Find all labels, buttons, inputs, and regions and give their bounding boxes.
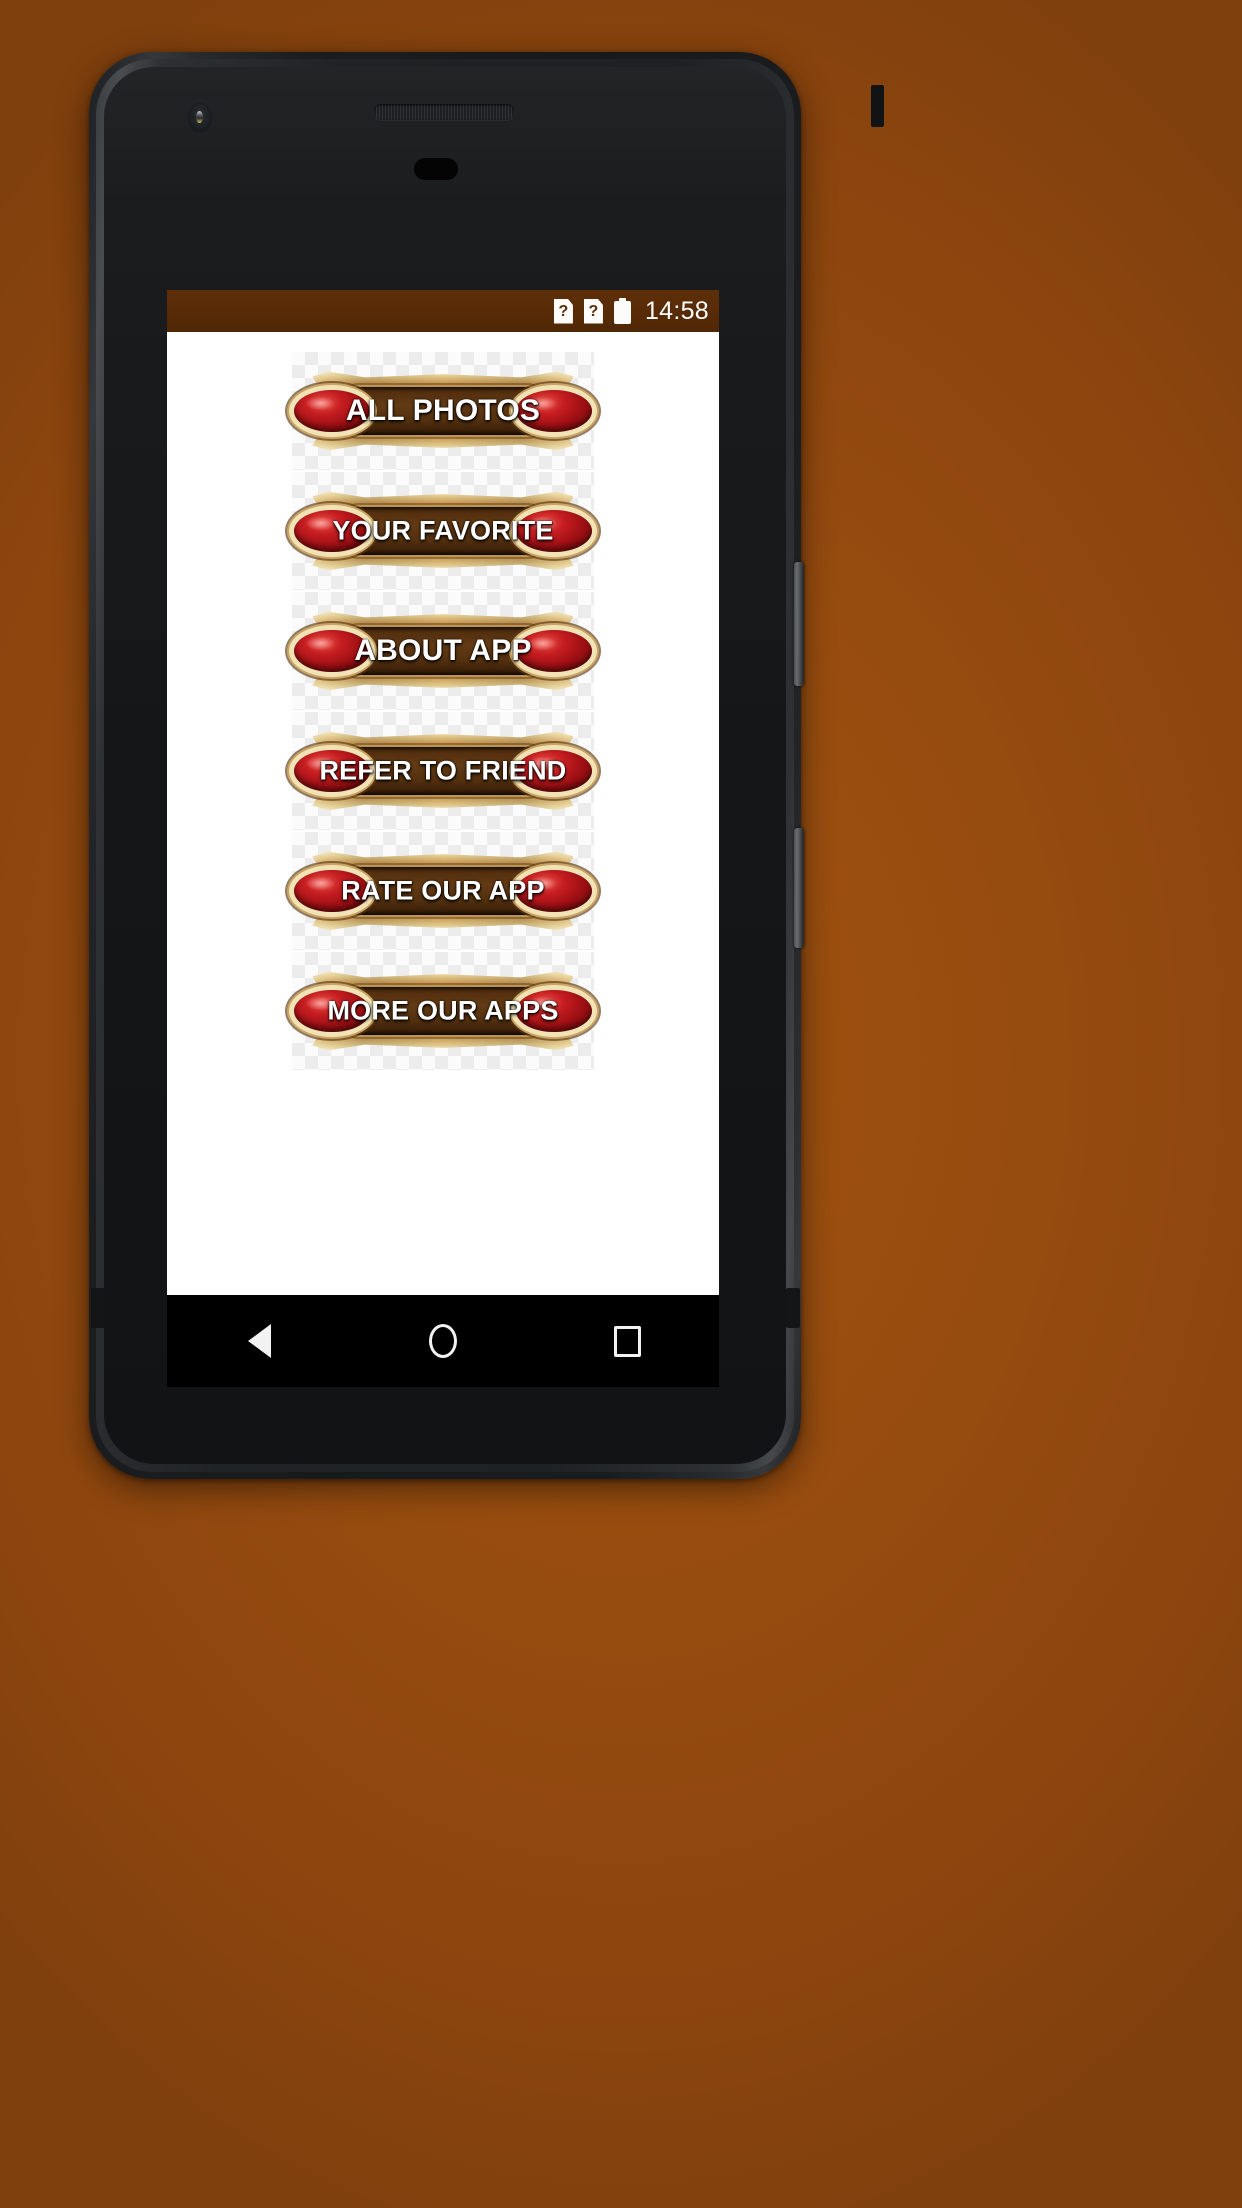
- battery-icon: [613, 298, 631, 324]
- power-button[interactable]: [794, 562, 804, 686]
- red-gem-icon: [294, 510, 370, 552]
- status-bar: ? ? 14:58: [167, 290, 719, 332]
- plaque-inner-panel: [351, 507, 535, 555]
- banner-plaque: [294, 730, 592, 812]
- plaque-inner-panel: [351, 747, 535, 795]
- banner-plaque: [294, 970, 592, 1052]
- menu-item-all-photos[interactable]: ALL PHOTOS: [292, 352, 594, 470]
- plaque-inner-panel: [351, 387, 535, 435]
- red-gem-icon: [516, 390, 592, 432]
- menu-item-more-our-apps[interactable]: MORE OUR APPS: [292, 952, 594, 1070]
- red-gem-icon: [516, 630, 592, 672]
- phone-screen: ? ? 14:58 ALL PHOTOS YOUR FAVORITE ABOUT…: [167, 290, 719, 1295]
- unknown-sim-icon: ?: [553, 298, 573, 324]
- battery-body: [613, 301, 631, 324]
- proximity-sensor: [414, 158, 458, 180]
- banner-plaque: [294, 370, 592, 452]
- plaque-inner-panel: [351, 627, 535, 675]
- front-camera-icon: [186, 100, 214, 134]
- status-bar-icons: ? ? 14:58: [553, 296, 709, 326]
- red-gem-icon: [294, 750, 370, 792]
- banner-plaque: [294, 610, 592, 692]
- banner-plaque: [294, 490, 592, 572]
- menu-item-refer-to-friend[interactable]: REFER TO FRIEND: [292, 712, 594, 830]
- red-gem-icon: [516, 750, 592, 792]
- antenna-band-bottom-right: [786, 1288, 800, 1328]
- circle-icon: [429, 1324, 457, 1358]
- unknown-sim-glyph: ?: [558, 302, 569, 320]
- square-icon: [613, 1325, 641, 1357]
- earpiece-speaker-grille: [373, 104, 515, 120]
- triangle-left-icon: [247, 1324, 271, 1358]
- menu-item-about-app[interactable]: ABOUT APP: [292, 592, 594, 710]
- plaque-inner-panel: [351, 987, 535, 1035]
- red-gem-icon: [516, 990, 592, 1032]
- red-gem-icon: [516, 510, 592, 552]
- home-button[interactable]: [403, 1295, 483, 1387]
- unknown-sim-icon: ?: [583, 298, 603, 324]
- menu-item-rate-our-app[interactable]: RATE OUR APP: [292, 832, 594, 950]
- recents-button[interactable]: [587, 1295, 667, 1387]
- red-gem-icon: [294, 870, 370, 912]
- android-navigation-bar: [167, 1295, 719, 1387]
- red-gem-icon: [294, 630, 370, 672]
- menu-item-your-favorite[interactable]: YOUR FAVORITE: [292, 472, 594, 590]
- red-gem-icon: [294, 390, 370, 432]
- antenna-band-top: [871, 85, 884, 127]
- status-bar-clock: 14:58: [644, 296, 709, 325]
- volume-rocker[interactable]: [794, 828, 804, 948]
- main-menu-list: ALL PHOTOS YOUR FAVORITE ABOUT APP REFER…: [167, 352, 719, 1072]
- plaque-inner-panel: [351, 867, 535, 915]
- back-button[interactable]: [219, 1295, 299, 1387]
- red-gem-icon: [516, 870, 592, 912]
- unknown-sim-glyph: ?: [588, 302, 599, 320]
- red-gem-icon: [294, 990, 370, 1032]
- banner-plaque: [294, 850, 592, 932]
- antenna-band-bottom-left: [91, 1288, 105, 1328]
- app-content: ALL PHOTOS YOUR FAVORITE ABOUT APP REFER…: [167, 332, 719, 1295]
